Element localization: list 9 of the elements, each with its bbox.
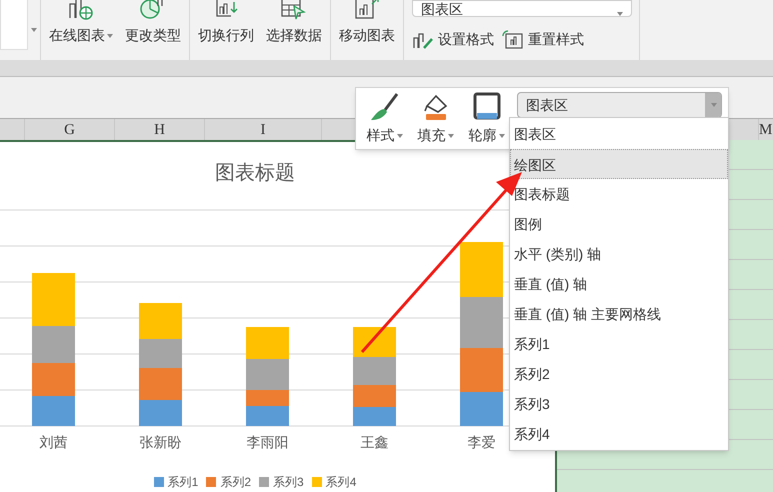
category-label: 李雨阳 [246,433,288,452]
legend-label: 系列4 [326,474,356,491]
legend-label: 系列2 [220,474,251,491]
category-label: 刘茜 [40,433,68,452]
category-label: 王鑫 [360,433,388,452]
legend-label: 系列1 [168,474,198,491]
category-label: 李爱 [468,433,496,452]
legend-label: 系列3 [273,474,304,491]
category-label: 张新盼 [140,433,182,452]
